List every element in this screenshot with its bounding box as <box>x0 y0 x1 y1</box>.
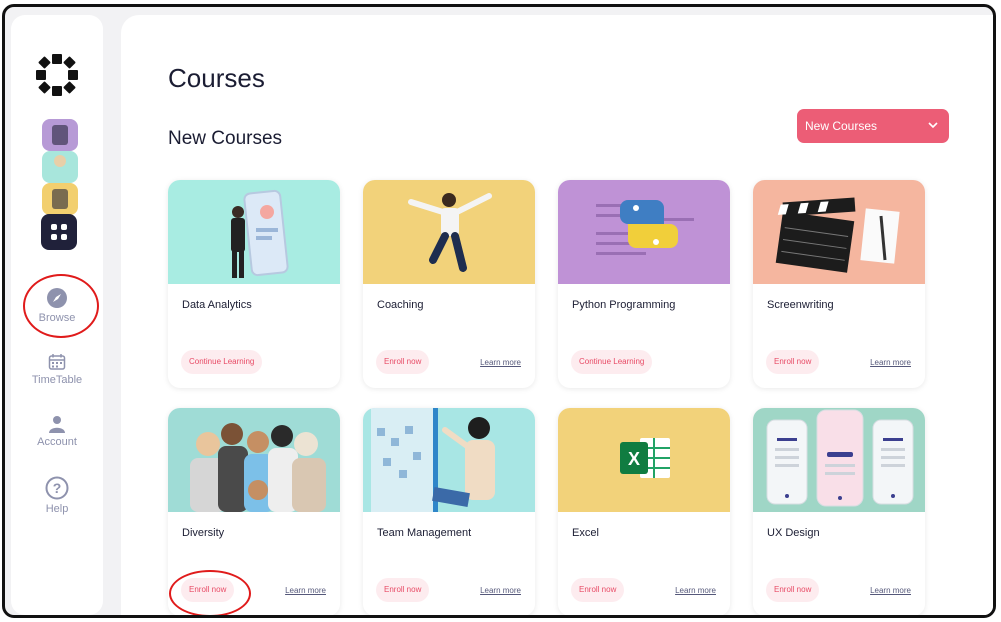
highlight-circle <box>23 274 99 338</box>
course-title: Team Management <box>377 527 472 539</box>
main-content: Courses New Courses New Courses Data Ana… <box>121 15 993 615</box>
course-title: Coaching <box>377 299 424 311</box>
course-card[interactable]: Screenwriting Enroll now Learn more <box>753 180 925 388</box>
recent-course-thumbnail[interactable] <box>42 183 78 215</box>
highlight-circle <box>169 570 251 615</box>
nav-help[interactable]: ? Help <box>11 476 103 515</box>
course-card[interactable]: Data Analytics Continue Learning <box>168 180 340 388</box>
svg-text:X: X <box>628 449 640 469</box>
svg-text:?: ? <box>53 480 62 496</box>
user-icon <box>49 416 65 433</box>
enroll-now-button[interactable]: Enroll now <box>376 578 430 602</box>
course-image <box>753 408 925 512</box>
app-window: Browse TimeTable Account ? Help Courses … <box>2 4 996 618</box>
sidebar: Browse TimeTable Account ? Help <box>11 15 103 615</box>
recent-course-thumbnail[interactable] <box>42 151 78 183</box>
course-image <box>363 180 535 284</box>
continue-learning-button[interactable]: Continue Learning <box>181 350 263 374</box>
course-image <box>168 180 340 284</box>
course-image <box>168 408 340 512</box>
enroll-now-button[interactable]: Enroll now <box>571 578 625 602</box>
course-card[interactable]: Coaching Enroll now Learn more <box>363 180 535 388</box>
course-card[interactable]: Python Programming Continue Learning <box>558 180 730 388</box>
course-filter-dropdown[interactable]: New Courses <box>797 109 949 143</box>
grid-dot <box>61 224 67 230</box>
course-title: Excel <box>572 527 599 539</box>
learn-more-link[interactable]: Learn more <box>285 586 326 595</box>
page-title: Courses <box>168 63 265 93</box>
grid-dot <box>61 234 67 240</box>
nav-timetable-label: TimeTable <box>31 374 83 386</box>
course-card[interactable]: X Excel Enroll now Learn more <box>558 408 730 615</box>
enroll-now-button[interactable]: Enroll now <box>766 350 820 374</box>
nav-account[interactable]: Account <box>11 415 103 448</box>
learn-more-link[interactable]: Learn more <box>480 358 521 367</box>
help-icon: ? <box>45 476 69 500</box>
app-logo <box>36 54 78 96</box>
course-image <box>558 180 730 284</box>
course-title: UX Design <box>767 527 820 539</box>
calendar-icon <box>48 354 66 370</box>
course-title: Screenwriting <box>767 299 834 311</box>
course-image <box>753 180 925 284</box>
dropdown-selected-value: New Courses <box>805 119 878 133</box>
course-card[interactable]: Team Management Enroll now Learn more <box>363 408 535 615</box>
course-image <box>363 408 535 512</box>
nav-account-label: Account <box>37 436 77 448</box>
continue-learning-button[interactable]: Continue Learning <box>571 350 653 374</box>
course-card[interactable]: UX Design Enroll now Learn more <box>753 408 925 615</box>
section-title: New Courses <box>168 128 283 149</box>
grid-dot <box>51 224 57 230</box>
learn-more-link[interactable]: Learn more <box>870 586 911 595</box>
recent-course-thumbnail[interactable] <box>42 119 78 151</box>
course-title: Diversity <box>182 527 225 539</box>
apps-grid-button[interactable] <box>41 214 77 250</box>
learn-more-link[interactable]: Learn more <box>480 586 521 595</box>
learn-more-link[interactable]: Learn more <box>870 358 911 367</box>
enroll-now-button[interactable]: Enroll now <box>766 578 820 602</box>
learn-more-link[interactable]: Learn more <box>675 586 716 595</box>
nav-help-label: Help <box>45 503 69 515</box>
chevron-down-icon <box>928 122 938 129</box>
nav-timetable[interactable]: TimeTable <box>11 353 103 386</box>
grid-dot <box>51 234 57 240</box>
course-title: Data Analytics <box>182 299 252 311</box>
course-title: Python Programming <box>572 299 676 311</box>
course-image: X <box>558 408 730 512</box>
enroll-now-button[interactable]: Enroll now <box>376 350 430 374</box>
